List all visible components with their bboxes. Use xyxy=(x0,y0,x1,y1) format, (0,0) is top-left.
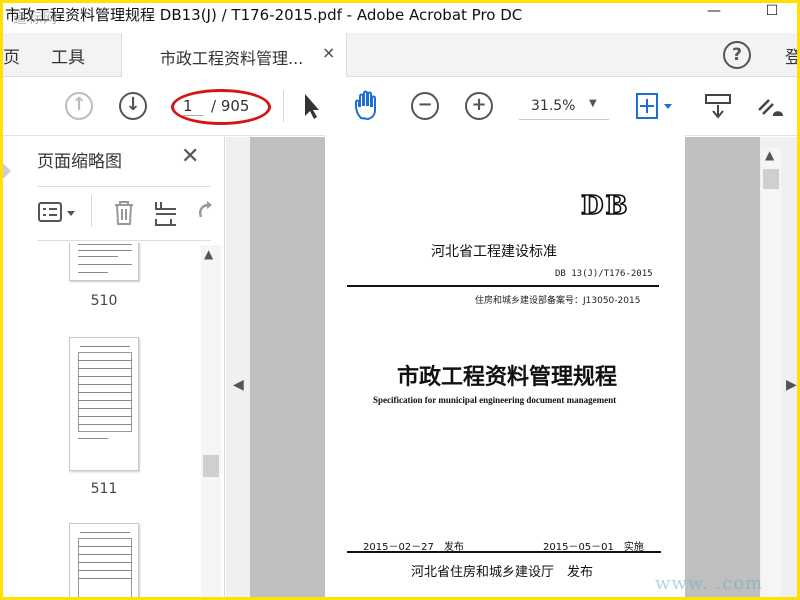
panel-title: 页面缩略图 xyxy=(37,152,122,172)
arrow-up-circle-icon[interactable]: ↑ xyxy=(65,92,93,120)
scrollbar-thumb[interactable] xyxy=(203,455,219,477)
close-tab-icon[interactable]: × xyxy=(322,43,335,62)
thumbnail-page-number: 510 xyxy=(90,293,118,309)
panel-divider-vertical xyxy=(91,195,92,227)
header-rule xyxy=(347,285,659,287)
document-title-en: Specification for municipal engineering … xyxy=(373,395,617,405)
thumbnail-510[interactable] xyxy=(69,243,139,281)
scroll-up-icon[interactable]: ▲ xyxy=(765,148,774,162)
rotate-icon[interactable] xyxy=(195,201,215,225)
minimize-button[interactable]: — xyxy=(699,3,729,25)
scroll-mode-icon[interactable] xyxy=(703,92,733,120)
standard-code: DB 13(J)/T176-2015 xyxy=(555,269,653,279)
left-pane-toggle[interactable]: ◀ xyxy=(226,137,250,597)
zoom-out-icon[interactable]: − xyxy=(411,92,439,120)
arrow-down-circle-icon[interactable]: ↓ xyxy=(119,92,147,120)
thumbnail-page-number: 511 xyxy=(90,481,118,497)
zoom-value: 31.5% xyxy=(531,98,576,114)
hand-tool-icon[interactable] xyxy=(353,90,383,122)
document-title-cn: 市政工程资料管理规程 xyxy=(397,364,618,390)
panel-divider xyxy=(37,186,211,187)
thumbnails-panel: 页面缩略图 ✕ 510 511 ▲ xyxy=(3,137,225,597)
acrobat-window: 市政工程资料管理规程 DB13(J) / T176-2015.pdf - Ado… xyxy=(3,3,797,597)
chevron-down-icon: ▼ xyxy=(589,98,597,109)
panel-notch xyxy=(3,163,11,179)
issuing-department: 河北省住房和城乡建设厅 发布 xyxy=(411,565,594,580)
watermark-bottom: www. .com xyxy=(655,573,764,594)
window-title: 市政工程资料管理规程 DB13(J) / T176-2015.pdf - Ado… xyxy=(5,6,523,24)
toolbar-divider xyxy=(283,90,284,122)
thumbnail-list: 510 511 xyxy=(3,243,209,597)
share-link-icon[interactable] xyxy=(753,92,787,120)
document-scrollbar[interactable]: ▲ xyxy=(761,147,781,597)
tab-home[interactable]: 页 xyxy=(3,43,20,68)
thumbnail-511[interactable] xyxy=(69,337,139,471)
standard-type: 河北省工程建设标准 xyxy=(431,244,557,260)
sign-in-link[interactable]: 登 xyxy=(785,43,797,68)
footer-rule xyxy=(347,551,661,553)
pdf-page: DB 河北省工程建设标准 DB 13(J)/T176-2015 住房和城乡建设部… xyxy=(325,133,685,597)
db-logo: DB xyxy=(580,190,630,222)
chevron-left-icon[interactable]: ◀ xyxy=(233,377,244,393)
fit-page-icon[interactable] xyxy=(635,92,675,120)
panel-divider xyxy=(37,240,211,241)
chevron-right-icon[interactable]: ▶ xyxy=(786,377,797,393)
scrollbar-thumb[interactable] xyxy=(763,169,779,189)
watermark-top: 道标网 xyxy=(13,11,58,27)
thumbnail-options-icon[interactable] xyxy=(37,201,77,225)
tab-document[interactable]: 市政工程资料管理... × xyxy=(121,33,347,77)
tab-tools[interactable]: 工具 xyxy=(51,43,85,68)
annotation-ellipse xyxy=(171,89,271,125)
doc-tab-label: 市政工程资料管理... xyxy=(160,49,304,68)
zoom-select[interactable]: 31.5% ▼ xyxy=(519,96,609,120)
scroll-up-icon[interactable]: ▲ xyxy=(204,247,213,261)
help-icon[interactable]: ? xyxy=(723,41,751,69)
maximize-button[interactable]: ☐ xyxy=(757,3,787,25)
tab-bar: 页 工具 市政工程资料管理... × ? 登 xyxy=(3,33,797,77)
zoom-in-icon[interactable]: + xyxy=(465,92,493,120)
thumbnail-scrollbar[interactable]: ▲ xyxy=(201,245,221,597)
toolbar: ↑ ↓ 1 / 905 − + 31.5% ▼ xyxy=(3,78,797,136)
trash-icon[interactable] xyxy=(111,199,137,227)
title-bar: 市政工程资料管理规程 DB13(J) / T176-2015.pdf - Ado… xyxy=(3,3,797,27)
registration-number: 住房和城乡建设部备案号：J13050-2015 xyxy=(475,296,641,306)
extract-pages-icon[interactable] xyxy=(153,199,179,227)
thumbnail-512[interactable] xyxy=(69,523,139,597)
close-icon[interactable]: ✕ xyxy=(181,144,199,169)
select-arrow-icon[interactable] xyxy=(303,92,321,120)
